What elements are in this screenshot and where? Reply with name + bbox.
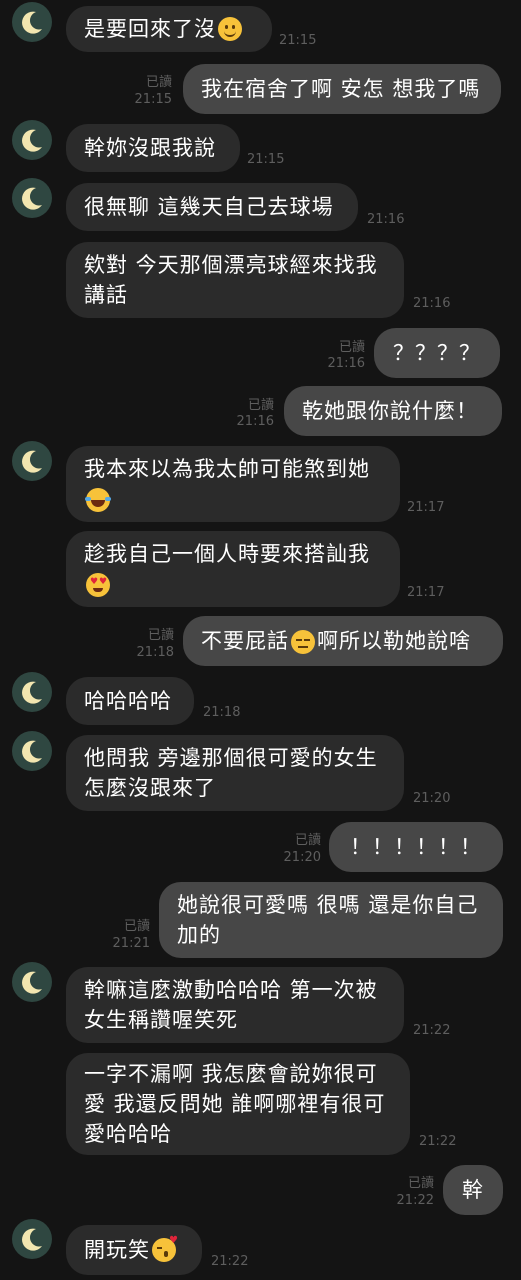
message-text: 他問我 旁邊那個很可愛的女生怎麼沒跟來了 bbox=[84, 746, 378, 800]
avatar[interactable] bbox=[12, 962, 52, 1002]
message-text: 不要屁話 啊所以勒她說啥 bbox=[201, 629, 471, 654]
message-time: 21:16 bbox=[236, 414, 274, 429]
face-blowing-kiss-icon bbox=[152, 1236, 179, 1262]
moon-icon bbox=[22, 740, 42, 763]
message-time: 21:22 bbox=[396, 1193, 434, 1208]
message-text: 一字不漏啊 我怎麼會說妳很可愛 我還反問她 誰啊哪裡有很可愛哈哈哈 bbox=[84, 1062, 386, 1146]
message-time: 21:20 bbox=[413, 791, 451, 806]
message-text: 是要回來了沒 bbox=[84, 17, 216, 41]
moon-icon bbox=[22, 450, 42, 473]
message-time: 21:18 bbox=[136, 645, 174, 660]
expressionless-face-icon bbox=[291, 630, 315, 654]
read-status: 已讀 bbox=[247, 398, 274, 413]
message-bubble-incoming[interactable]: 很無聊 這幾天自己去球場 bbox=[66, 183, 358, 231]
message-text: 哈哈哈哈 bbox=[84, 689, 172, 713]
message-time: 21:17 bbox=[407, 585, 445, 600]
avatar[interactable] bbox=[12, 178, 52, 218]
message-text: ？？？？ bbox=[393, 341, 481, 365]
moon-icon bbox=[22, 129, 42, 152]
message-bubble-outgoing[interactable]: ！！！！！！ bbox=[329, 822, 503, 872]
message-time: 21:22 bbox=[419, 1134, 457, 1149]
message-bubble-incoming[interactable]: 幹嘛這麼激動哈哈哈 第一次被女生稱讚喔笑死 bbox=[66, 967, 404, 1043]
message-time: 21:15 bbox=[134, 92, 172, 107]
message-time: 21:15 bbox=[279, 33, 317, 48]
read-status: 已讀 bbox=[145, 75, 172, 90]
message-time: 21:20 bbox=[283, 850, 321, 865]
read-status: 已讀 bbox=[294, 833, 321, 848]
avatar[interactable] bbox=[12, 672, 52, 712]
avatar[interactable] bbox=[12, 120, 52, 160]
heart-eyes-face-icon bbox=[86, 573, 110, 597]
message-text: ！！！！！！ bbox=[350, 835, 482, 859]
message-time: 21:22 bbox=[211, 1254, 249, 1269]
message-time: 21:16 bbox=[413, 296, 451, 311]
message-bubble-incoming[interactable]: 趁我自己一個人時要來搭訕我 bbox=[66, 531, 400, 607]
message-text: 開玩笑 bbox=[84, 1238, 150, 1262]
message-time: 21:16 bbox=[367, 212, 405, 227]
message-time: 21:15 bbox=[247, 152, 285, 167]
moon-icon bbox=[22, 187, 42, 210]
message-time: 21:21 bbox=[112, 936, 150, 951]
message-text: 幹 bbox=[462, 1178, 484, 1202]
message-text: 幹妳沒跟我說 bbox=[84, 136, 216, 160]
message-bubble-outgoing[interactable]: ？？？？ bbox=[374, 328, 500, 378]
message-text: 趁我自己一個人時要來搭訕我 bbox=[84, 539, 382, 599]
message-bubble-outgoing[interactable]: 她說很可愛嗎 很嗎 還是你自己加的 bbox=[159, 882, 503, 958]
message-time: 21:18 bbox=[203, 705, 241, 720]
message-bubble-outgoing[interactable]: 幹 bbox=[443, 1165, 503, 1215]
read-status: 已讀 bbox=[123, 919, 150, 934]
message-text: 幹嘛這麼激動哈哈哈 第一次被女生稱讚喔笑死 bbox=[84, 978, 378, 1032]
message-text: 欸對 今天那個漂亮球經來找我講話 bbox=[84, 253, 378, 307]
moon-icon bbox=[22, 971, 42, 994]
moon-icon bbox=[22, 681, 42, 704]
message-bubble-incoming[interactable]: 欸對 今天那個漂亮球經來找我講話 bbox=[66, 242, 404, 318]
moon-icon bbox=[22, 11, 42, 34]
message-bubble-incoming[interactable]: 一字不漏啊 我怎麼會說妳很可愛 我還反問她 誰啊哪裡有很可愛哈哈哈 bbox=[66, 1053, 410, 1155]
message-bubble-incoming[interactable]: 我本來以為我太帥可能煞到她 bbox=[66, 446, 400, 522]
message-text: 我在宿舍了啊 安怎 想我了嗎 bbox=[201, 77, 481, 101]
message-bubble-incoming[interactable]: 哈哈哈哈 bbox=[66, 677, 194, 725]
message-time: 21:22 bbox=[413, 1023, 451, 1038]
message-time: 21:17 bbox=[407, 500, 445, 515]
message-text: 乾她跟你說什麼！ bbox=[302, 399, 478, 423]
message-bubble-incoming[interactable]: 他問我 旁邊那個很可愛的女生怎麼沒跟來了 bbox=[66, 735, 404, 811]
read-status: 已讀 bbox=[338, 340, 365, 355]
face-with-tears-of-joy-icon bbox=[85, 488, 111, 512]
slightly-smiling-face-icon bbox=[218, 17, 242, 41]
moon-icon bbox=[22, 1228, 42, 1251]
avatar[interactable] bbox=[12, 1219, 52, 1259]
message-bubble-incoming[interactable]: 幹妳沒跟我說 bbox=[66, 124, 240, 172]
message-bubble-incoming[interactable]: 開玩笑 bbox=[66, 1225, 202, 1275]
message-text: 我本來以為我太帥可能煞到她 bbox=[84, 454, 382, 514]
read-status: 已讀 bbox=[407, 1176, 434, 1191]
read-status: 已讀 bbox=[147, 628, 174, 643]
message-text: 很無聊 這幾天自己去球場 bbox=[84, 195, 334, 219]
message-bubble-outgoing[interactable]: 乾她跟你說什麼！ bbox=[284, 386, 502, 436]
avatar[interactable] bbox=[12, 441, 52, 481]
message-text: 她說很可愛嗎 很嗎 還是你自己加的 bbox=[177, 893, 479, 947]
message-bubble-incoming[interactable]: 是要回來了沒 bbox=[66, 6, 272, 52]
message-bubble-outgoing[interactable]: 我在宿舍了啊 安怎 想我了嗎 bbox=[183, 64, 501, 114]
avatar[interactable] bbox=[12, 731, 52, 771]
message-bubble-outgoing[interactable]: 不要屁話 啊所以勒她說啥 bbox=[183, 616, 503, 666]
message-time: 21:16 bbox=[327, 356, 365, 371]
avatar[interactable] bbox=[12, 2, 52, 42]
